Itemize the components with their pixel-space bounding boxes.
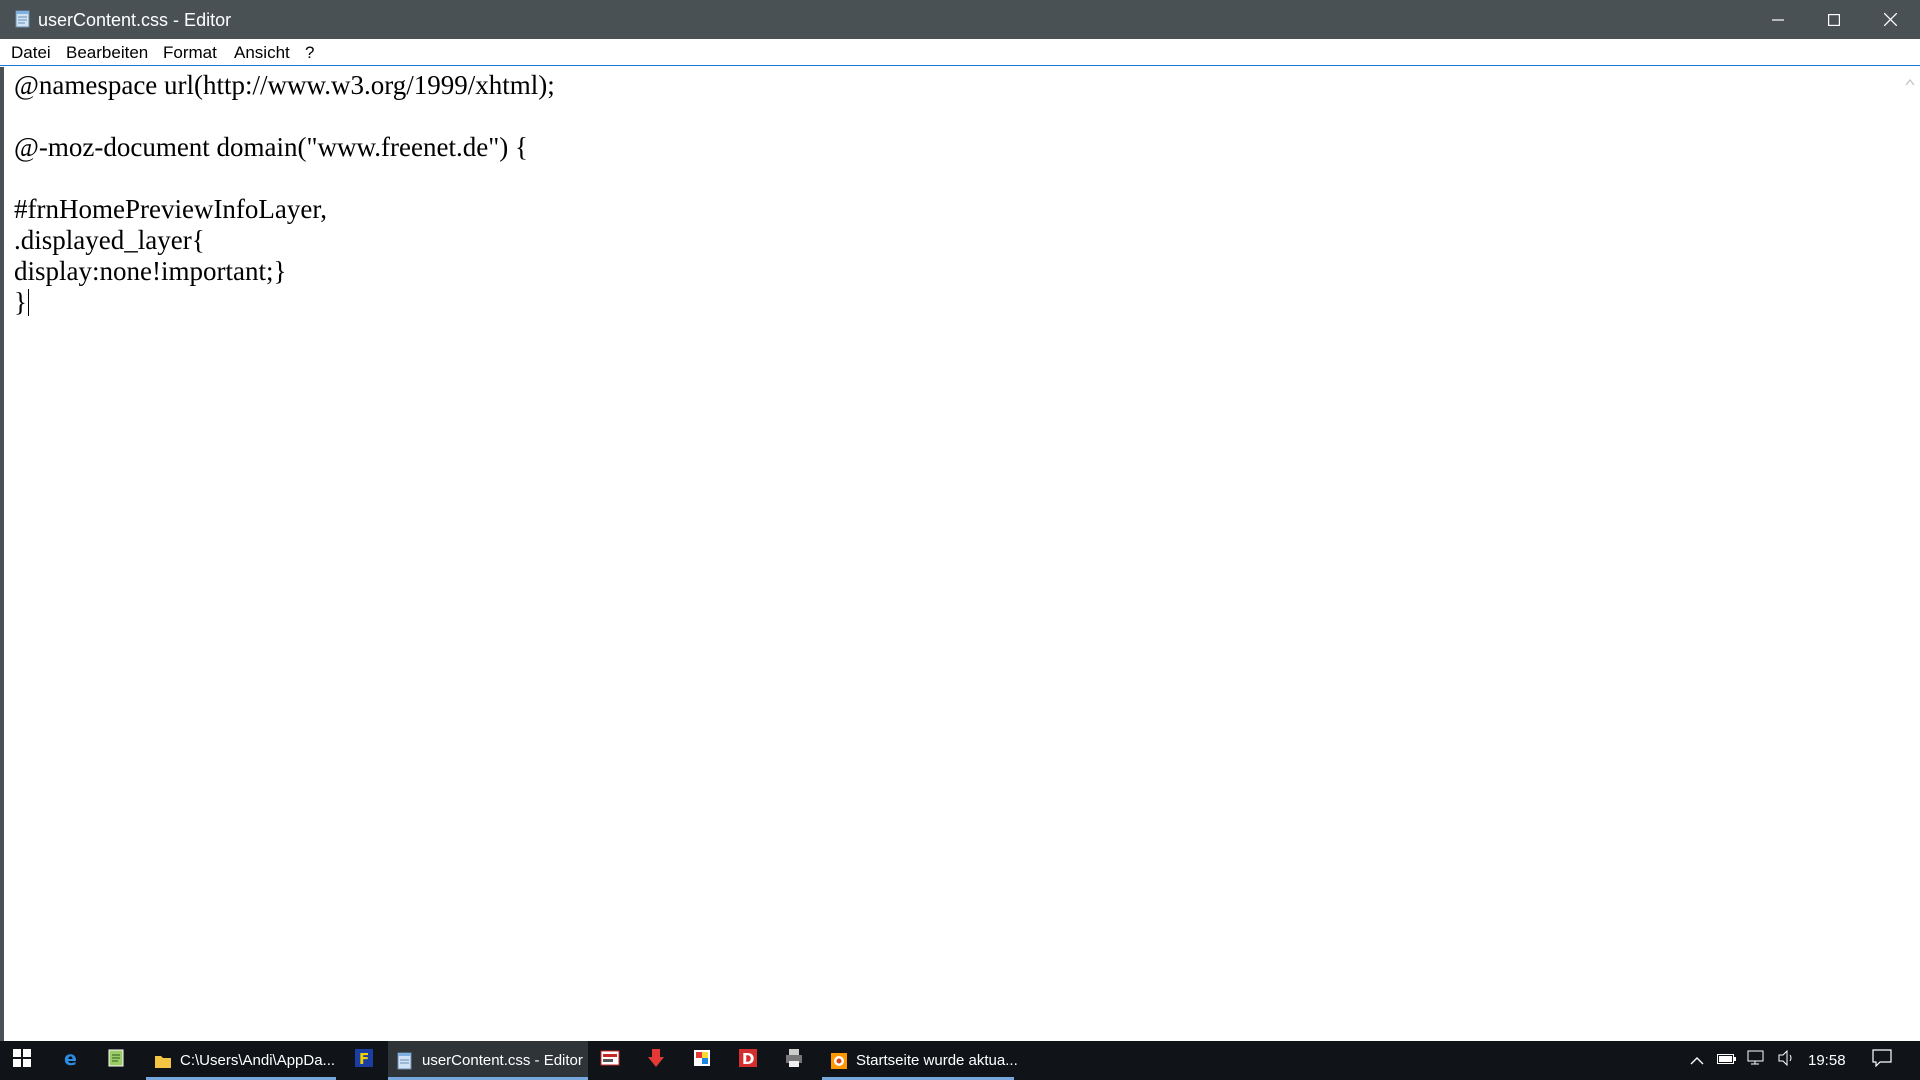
show-hidden-icons-button[interactable]	[1684, 1041, 1710, 1080]
taskbar-notepad-plus[interactable]	[94, 1041, 138, 1080]
notepad-plus-icon	[107, 1049, 125, 1072]
battery-icon	[1717, 1052, 1737, 1070]
taskbar-task-label: userContent.css - Editor	[422, 1052, 583, 1069]
edge-icon: e	[62, 1048, 82, 1073]
start-button[interactable]	[0, 1041, 44, 1080]
close-icon	[1883, 13, 1897, 26]
menu-format[interactable]: Format	[163, 43, 217, 63]
folder-icon	[154, 1052, 172, 1070]
notification-icon	[1872, 1049, 1892, 1072]
taskbar-edge[interactable]: e	[50, 1041, 94, 1080]
media-app-icon	[600, 1048, 620, 1073]
scroll-up-icon[interactable]	[1905, 73, 1915, 91]
svg-text:e: e	[64, 1048, 77, 1068]
menu-help[interactable]: ?	[305, 43, 314, 63]
vertical-scrollbar[interactable]	[1900, 67, 1920, 1041]
taskbar-media-app[interactable]	[588, 1041, 632, 1080]
taskbar: e C:\Users\Andi\AppDa... F userContent.c…	[0, 1041, 1920, 1080]
taskbar-task-browser[interactable]: Startseite wurde aktua...	[822, 1041, 1018, 1080]
editor-line: #frnHomePreviewInfoLayer,	[14, 194, 328, 224]
editor-line: .displayed_layer{	[14, 225, 205, 255]
action-center-button[interactable]	[1864, 1041, 1900, 1080]
d-app-icon: D	[738, 1048, 758, 1073]
taskbar-filezilla[interactable]: F	[342, 1041, 386, 1080]
volume-control[interactable]	[1774, 1041, 1800, 1080]
taskbar-task-label: C:\Users\Andi\AppDa...	[180, 1052, 336, 1069]
svg-text:D: D	[742, 1050, 754, 1068]
filezilla-icon: F	[354, 1048, 374, 1073]
menu-ansicht[interactable]: Ansicht	[234, 43, 290, 63]
menu-datei[interactable]: Datei	[11, 43, 51, 63]
editor-line-text: }	[14, 287, 27, 317]
taskbar-d-app[interactable]: D	[726, 1041, 770, 1080]
close-button[interactable]	[1862, 0, 1918, 39]
printer-icon	[784, 1048, 804, 1073]
text-editor[interactable]: @namespace url(http://www.w3.org/1999/xh…	[0, 67, 1920, 1041]
editor-line: @-moz-document domain("www.freenet.de") …	[14, 132, 528, 162]
volume-icon	[1778, 1049, 1796, 1071]
menu-bar: Datei Bearbeiten Format Ansicht ?	[0, 39, 1920, 66]
taskbar-printer-app[interactable]	[772, 1041, 816, 1080]
svg-text:F: F	[359, 1050, 369, 1068]
taskbar-task-explorer[interactable]: C:\Users\Andi\AppDa...	[146, 1041, 336, 1080]
network-icon	[1747, 1050, 1767, 1071]
browser-icon	[830, 1052, 848, 1070]
paint-icon	[692, 1048, 712, 1073]
windows-start-icon	[13, 1049, 31, 1072]
taskbar-download-app[interactable]	[634, 1041, 678, 1080]
minimize-button[interactable]	[1750, 0, 1806, 39]
editor-text[interactable]: @namespace url(http://www.w3.org/1999/xh…	[14, 70, 555, 318]
editor-line-last: }	[14, 287, 555, 318]
minimize-icon	[1772, 14, 1784, 26]
taskbar-task-editor[interactable]: userContent.css - Editor	[388, 1041, 588, 1080]
system-clock[interactable]: 19:58	[1808, 1052, 1846, 1069]
maximize-icon	[1828, 13, 1840, 26]
editor-line: display:none!important;}	[14, 256, 287, 286]
text-caret	[27, 289, 29, 316]
notepad-icon	[14, 10, 32, 28]
chevron-up-icon	[1690, 1052, 1704, 1070]
notepad-icon	[396, 1052, 414, 1070]
download-icon	[646, 1048, 666, 1073]
menu-bearbeiten[interactable]: Bearbeiten	[66, 43, 148, 63]
title-bar[interactable]: userContent.css - Editor	[0, 0, 1920, 39]
taskbar-paint-app[interactable]	[680, 1041, 724, 1080]
network-indicator[interactable]	[1744, 1041, 1770, 1080]
taskbar-task-label: Startseite wurde aktua...	[856, 1052, 1018, 1069]
battery-indicator[interactable]	[1714, 1041, 1740, 1080]
maximize-button[interactable]	[1806, 0, 1862, 39]
editor-line: @namespace url(http://www.w3.org/1999/xh…	[14, 70, 555, 100]
window-title: userContent.css - Editor	[38, 10, 232, 30]
